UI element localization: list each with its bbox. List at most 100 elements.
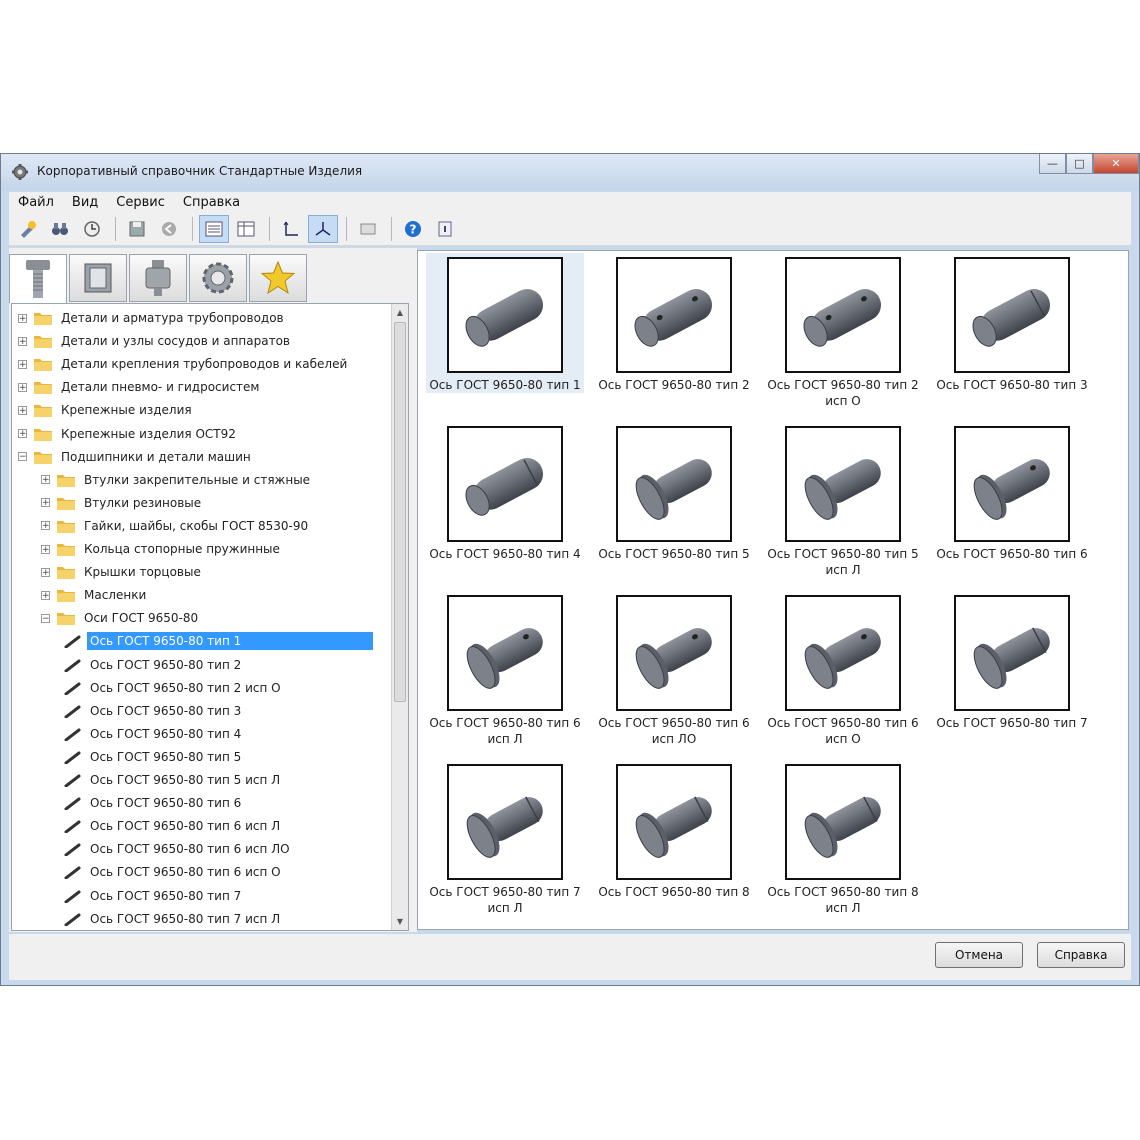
gallery-item[interactable]: Ось ГОСТ 9650-80 тип 6 [929, 426, 1095, 562]
tree-folder-node[interactable]: + Крепежные изделия [18, 399, 195, 421]
part-thumbnail[interactable] [785, 595, 901, 711]
part-thumbnail[interactable] [616, 764, 732, 880]
close-button[interactable]: ✕ [1093, 154, 1139, 174]
expand-icon[interactable]: + [41, 590, 50, 600]
back-button[interactable] [154, 215, 184, 243]
tab-machine-parts[interactable] [189, 254, 247, 302]
collapse-icon[interactable]: − [41, 613, 50, 623]
minimize-button[interactable]: — [1039, 154, 1066, 174]
expand-icon[interactable]: + [18, 359, 27, 369]
gallery-item[interactable]: Ось ГОСТ 9650-80 тип 8 [591, 764, 757, 900]
part-thumbnail[interactable] [616, 595, 732, 711]
tree-part-node[interactable]: Ось ГОСТ 9650-80 тип 6 исп О [64, 861, 284, 883]
catalog-tree[interactable]: ▲ ▼ + Детали и арматура трубопроводов + Дет… [11, 303, 409, 931]
tree-folder-node[interactable]: + Втулки закрепительные и стяжные [41, 469, 313, 491]
expand-icon[interactable]: + [18, 336, 27, 346]
gallery-item[interactable]: Ось ГОСТ 9650-80 тип 8 исп Л [760, 764, 926, 916]
gallery-item[interactable]: Ось ГОСТ 9650-80 тип 4 [422, 426, 588, 562]
tree-folder-node[interactable]: + Крышки торцовые [41, 561, 204, 583]
expand-icon[interactable]: + [41, 498, 50, 508]
collapse-icon[interactable]: − [18, 452, 27, 462]
tree-part-node[interactable]: Ось ГОСТ 9650-80 тип 6 исп ЛО [64, 838, 293, 860]
gallery-item[interactable]: Ось ГОСТ 9650-80 тип 6 исп Л [422, 595, 588, 747]
scroll-up-icon[interactable]: ▲ [392, 304, 408, 321]
part-thumbnail[interactable] [785, 257, 901, 373]
scroll-down-icon[interactable]: ▼ [392, 913, 408, 930]
part-thumbnail[interactable] [447, 426, 563, 542]
tree-folder-node[interactable]: + Кольца стопорные пружинные [41, 538, 283, 560]
tree-folder-node[interactable]: + Детали крепления трубопроводов и кабеле… [18, 353, 350, 375]
help-dialog-button[interactable]: Справка [1037, 942, 1125, 968]
expand-icon[interactable]: + [41, 475, 50, 485]
expand-icon[interactable]: + [41, 521, 50, 531]
axis-3d-button[interactable] [308, 214, 338, 243]
title-bar[interactable]: Корпоративный справочник Стандартные Изд… [1, 154, 1139, 190]
scroll-thumb[interactable] [394, 322, 406, 702]
tree-part-node[interactable]: Ось ГОСТ 9650-80 тип 6 исп Л [64, 815, 283, 837]
tree-folder-node[interactable]: − Подшипники и детали машин [18, 446, 254, 468]
gallery-item[interactable]: Ось ГОСТ 9650-80 тип 5 исп Л [760, 426, 926, 578]
menu-file[interactable]: Файл [9, 195, 63, 210]
tree-part-node[interactable]: Ось ГОСТ 9650-80 тип 1 [64, 630, 373, 652]
expand-icon[interactable]: + [18, 382, 27, 392]
gallery-item[interactable]: Ось ГОСТ 9650-80 тип 6 исп О [760, 595, 926, 747]
tree-part-node[interactable]: Ось ГОСТ 9650-80 тип 7 [64, 885, 244, 907]
table-view-button[interactable] [231, 215, 261, 243]
axis-2d-button[interactable] [276, 215, 306, 243]
help-button[interactable]: ? [398, 215, 428, 243]
gallery-item[interactable]: Ось ГОСТ 9650-80 тип 7 исп Л [422, 764, 588, 916]
tab-bearings[interactable] [129, 254, 187, 302]
part-thumbnail[interactable] [616, 257, 732, 373]
info-button[interactable] [430, 215, 460, 243]
part-thumbnail[interactable] [447, 257, 563, 373]
add-button[interactable] [13, 215, 43, 243]
part-thumbnail[interactable] [616, 426, 732, 542]
gallery-item[interactable]: Ось ГОСТ 9650-80 тип 2 исп О [760, 257, 926, 409]
tree-folder-node[interactable]: + Детали и узлы сосудов и аппаратов [18, 330, 293, 352]
tab-reference[interactable] [69, 254, 127, 302]
gallery-item[interactable]: Ось ГОСТ 9650-80 тип 5 [591, 426, 757, 562]
history-button[interactable] [77, 215, 107, 243]
tree-folder-node[interactable]: + Детали и арматура трубопроводов [18, 307, 287, 329]
gallery-item[interactable]: Ось ГОСТ 9650-80 тип 6 исп ЛО [591, 595, 757, 747]
tree-folder-node[interactable]: − Оси ГОСТ 9650-80 [41, 607, 201, 629]
maximize-button[interactable]: □ [1066, 154, 1093, 174]
expand-icon[interactable]: + [41, 544, 50, 554]
gallery-item[interactable]: Ось ГОСТ 9650-80 тип 3 [929, 257, 1095, 393]
tree-folder-node[interactable]: + Масленки [41, 584, 149, 606]
cancel-button[interactable]: Отмена [935, 942, 1023, 968]
menu-help[interactable]: Справка [174, 195, 249, 210]
find-button[interactable] [45, 215, 75, 243]
tree-scrollbar[interactable]: ▲ ▼ [391, 304, 408, 930]
gallery-item[interactable]: Ось ГОСТ 9650-80 тип 2 [591, 257, 757, 393]
part-thumbnail[interactable] [954, 595, 1070, 711]
part-thumbnail[interactable] [447, 764, 563, 880]
preview-button[interactable] [353, 215, 383, 243]
expand-icon[interactable]: + [18, 405, 27, 415]
gallery-item[interactable]: Ось ГОСТ 9650-80 тип 1 [422, 253, 588, 393]
tree-part-node[interactable]: Ось ГОСТ 9650-80 тип 3 [64, 700, 244, 722]
part-thumbnail[interactable] [954, 257, 1070, 373]
part-thumbnail[interactable] [785, 426, 901, 542]
tree-folder-node[interactable]: + Втулки резиновые [41, 492, 204, 514]
tree-folder-node[interactable]: + Гайки, шайбы, скобы ГОСТ 8530-90 [41, 515, 311, 537]
tree-part-node[interactable]: Ось ГОСТ 9650-80 тип 2 [64, 654, 244, 676]
tree-part-node[interactable]: Ось ГОСТ 9650-80 тип 4 [64, 723, 244, 745]
tree-part-node[interactable]: Ось ГОСТ 9650-80 тип 7 исп Л [64, 908, 283, 930]
tree-part-node[interactable]: Ось ГОСТ 9650-80 тип 5 [64, 746, 244, 768]
menu-service[interactable]: Сервис [107, 195, 174, 210]
tree-part-node[interactable]: Ось ГОСТ 9650-80 тип 5 исп Л [64, 769, 283, 791]
part-thumbnail[interactable] [785, 764, 901, 880]
part-thumbnail[interactable] [954, 426, 1070, 542]
expand-icon[interactable]: + [41, 567, 50, 577]
expand-icon[interactable]: + [18, 313, 27, 323]
save-button[interactable] [122, 215, 152, 243]
tree-folder-node[interactable]: + Крепежные изделия ОСТ92 [18, 423, 239, 445]
tree-folder-node[interactable]: + Детали пневмо- и гидросистем [18, 376, 262, 398]
tab-fasteners[interactable] [9, 254, 67, 304]
list-view-button[interactable] [199, 214, 229, 243]
tree-part-node[interactable]: Ось ГОСТ 9650-80 тип 6 [64, 792, 244, 814]
menu-view[interactable]: Вид [63, 195, 107, 210]
tree-part-node[interactable]: Ось ГОСТ 9650-80 тип 2 исп О [64, 677, 284, 699]
part-thumbnail[interactable] [447, 595, 563, 711]
